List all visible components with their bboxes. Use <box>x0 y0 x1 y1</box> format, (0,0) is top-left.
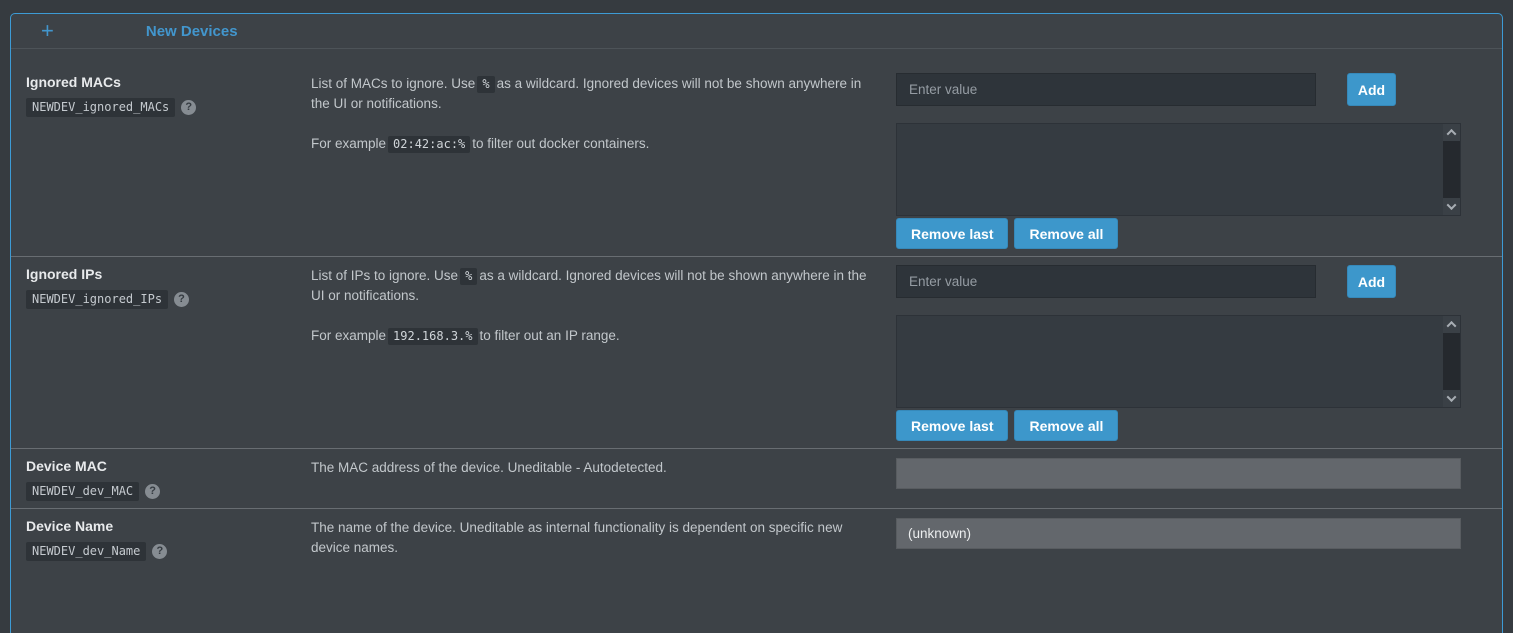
desc-text: to filter out docker containers. <box>472 136 649 151</box>
desc-text: For example <box>311 328 386 343</box>
ignored-macs-listbox[interactable] <box>896 123 1461 216</box>
setting-label: Device Name <box>26 517 311 535</box>
add-button[interactable]: Add <box>1347 265 1396 298</box>
setting-controls <box>896 517 1461 561</box>
setting-controls <box>896 457 1461 501</box>
scrollbar-down-icon[interactable] <box>1443 198 1460 215</box>
setting-label-block: Device Name NEWDEV_dev_Name ? <box>26 517 311 561</box>
setting-label-block: Ignored IPs NEWDEV_ignored_IPs ? <box>26 265 311 441</box>
desc-code: % <box>460 268 477 285</box>
setting-row-device-mac: Device MAC NEWDEV_dev_MAC ? The MAC addr… <box>11 448 1502 508</box>
ignored-ips-listbox[interactable] <box>896 315 1461 408</box>
ignored-macs-value-input[interactable] <box>896 73 1316 106</box>
setting-row-ignored-macs: Ignored MACs NEWDEV_ignored_MACs ? List … <box>11 49 1502 256</box>
desc-text: For example <box>311 136 386 151</box>
setting-row-device-name: Device Name NEWDEV_dev_Name ? The name o… <box>11 508 1502 568</box>
setting-description: List of MACs to ignore. Use%as a wildcar… <box>311 73 896 249</box>
remove-all-button[interactable]: Remove all <box>1014 410 1118 441</box>
setting-code-name: NEWDEV_ignored_MACs <box>26 98 175 117</box>
setting-label: Ignored MACs <box>26 73 311 91</box>
desc-code: % <box>477 76 494 93</box>
setting-description: List of IPs to ignore. Use%as a wildcard… <box>311 265 896 441</box>
setting-controls: Add Remove last Remove all <box>896 265 1461 441</box>
ignored-ips-value-input[interactable] <box>896 265 1316 298</box>
help-icon[interactable]: ? <box>181 100 196 115</box>
setting-controls: Add Remove last Remove all <box>896 73 1461 249</box>
desc-text: List of IPs to ignore. Use <box>311 268 458 283</box>
remove-all-button[interactable]: Remove all <box>1014 218 1118 249</box>
setting-label-block: Device MAC NEWDEV_dev_MAC ? <box>26 457 311 501</box>
setting-code-name: NEWDEV_ignored_IPs <box>26 290 168 309</box>
desc-text: The name of the device. Uneditable as in… <box>311 520 842 555</box>
setting-row-ignored-ips: Ignored IPs NEWDEV_ignored_IPs ? List of… <box>11 256 1502 448</box>
device-mac-readonly-input <box>896 458 1461 489</box>
panel-title: New Devices <box>146 23 238 40</box>
desc-text: to filter out an IP range. <box>480 328 620 343</box>
scrollbar-up-icon[interactable] <box>1443 124 1460 141</box>
scrollbar-up-icon[interactable] <box>1443 316 1460 333</box>
setting-label: Device MAC <box>26 457 311 475</box>
new-devices-settings-panel: + New Devices Ignored MACs NEWDEV_ignore… <box>10 13 1503 633</box>
desc-text: The MAC address of the device. Uneditabl… <box>311 460 667 475</box>
setting-code-name: NEWDEV_dev_MAC <box>26 482 139 501</box>
setting-label: Ignored IPs <box>26 265 311 283</box>
help-icon[interactable]: ? <box>174 292 189 307</box>
listbox-scrollbar[interactable] <box>1443 124 1460 215</box>
setting-code-name: NEWDEV_dev_Name <box>26 542 146 561</box>
desc-text: List of MACs to ignore. Use <box>311 76 475 91</box>
desc-code: 192.168.3.% <box>388 328 477 345</box>
help-icon[interactable]: ? <box>152 544 167 559</box>
remove-last-button[interactable]: Remove last <box>896 218 1008 249</box>
add-button[interactable]: Add <box>1347 73 1396 106</box>
setting-description: The name of the device. Uneditable as in… <box>311 517 896 561</box>
remove-last-button[interactable]: Remove last <box>896 410 1008 441</box>
setting-description: The MAC address of the device. Uneditabl… <box>311 457 896 501</box>
setting-label-block: Ignored MACs NEWDEV_ignored_MACs ? <box>26 73 311 249</box>
expand-section-plus-icon[interactable]: + <box>41 20 54 42</box>
device-name-readonly-input <box>896 518 1461 549</box>
panel-header: + New Devices <box>11 14 1502 49</box>
desc-code: 02:42:ac:% <box>388 136 470 153</box>
help-icon[interactable]: ? <box>145 484 160 499</box>
scrollbar-down-icon[interactable] <box>1443 390 1460 407</box>
listbox-scrollbar[interactable] <box>1443 316 1460 407</box>
